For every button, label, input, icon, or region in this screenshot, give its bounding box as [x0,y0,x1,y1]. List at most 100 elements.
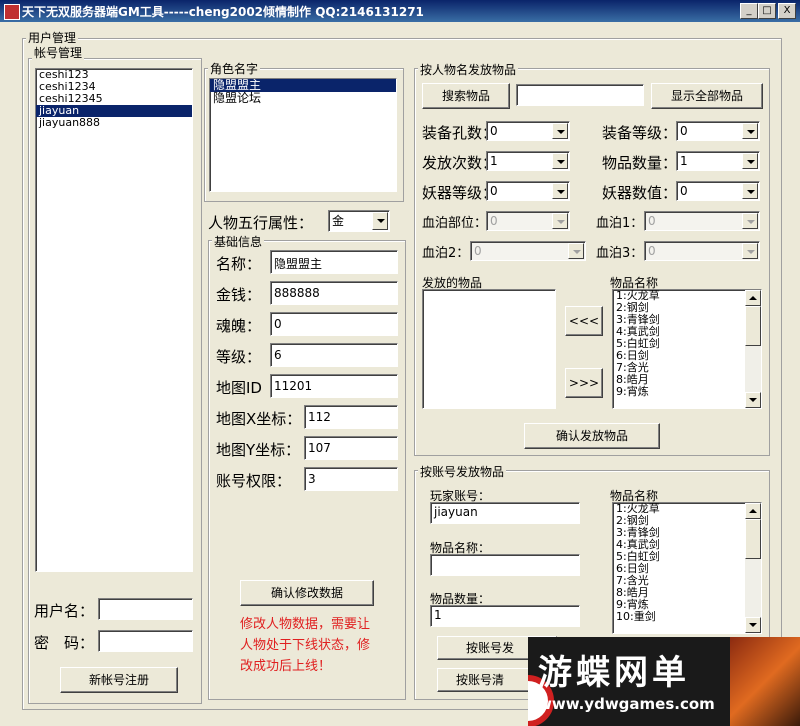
window-title: 天下无双服务器端GM工具-----cheng2002倾情制作 QQ:214613… [22,5,424,19]
option-value: 1 [680,154,688,168]
scrollbar[interactable] [745,290,761,408]
chevron-down-icon[interactable] [552,123,568,139]
field-label: 名称： [216,255,262,273]
scrollbar[interactable] [745,503,761,633]
scroll-thumb[interactable] [745,306,761,346]
search-item-input[interactable] [516,84,644,106]
chevron-down-icon[interactable] [552,213,568,229]
watermark: 游蝶网单 www.ydwgames.com [528,637,800,726]
item-count-input[interactable]: 1 [430,605,580,627]
list-item[interactable]: jiayuan888 [36,117,192,129]
scroll-down-icon[interactable] [745,617,761,633]
role-list[interactable]: 隐盟盟主 隐盟论坛 [209,78,397,192]
field-input[interactable]: 107 [304,436,398,460]
field-label: 地图ID [216,379,262,397]
list-item[interactable]: 隐盟论坛 [210,92,396,105]
confirm-modify-button[interactable]: 确认修改数据 [240,580,374,606]
field-input[interactable]: 3 [304,467,398,491]
notice-line: 修改人物数据，需要让 [240,617,371,632]
move-left-button[interactable]: <<< [565,306,603,336]
option-value: 0 [648,244,656,258]
option-select[interactable]: 0 [470,241,586,261]
field-label: 魂魄： [216,317,262,335]
option-label: 血泊部位： [422,216,488,231]
field-input[interactable]: 隐盟盟主 [270,250,398,274]
close-button[interactable]: X [778,3,796,19]
field-label: 地图Y坐标： [216,441,301,459]
chevron-down-icon[interactable] [742,243,758,259]
title-bar[interactable]: 天下无双服务器端GM工具-----cheng2002倾情制作 QQ:214613… [0,0,800,22]
option-value: 0 [680,124,688,138]
scroll-down-icon[interactable] [745,392,761,408]
item-names-list[interactable]: 1:火龙草 2:钢剑 3:青锋剑 4:真武剑 5:白虹剑 6:日剑 7:含光 8:皓月 9:宵炼 [612,289,762,409]
option-select[interactable]: 0 [676,121,760,141]
chevron-down-icon[interactable] [372,212,388,230]
option-select[interactable]: 0 [486,211,570,231]
field-label: 地图X坐标： [216,410,302,428]
watermark-url: www.ydwgames.com [538,695,715,713]
scroll-thumb[interactable] [745,519,761,559]
maximize-button[interactable]: □ [758,3,776,19]
chevron-down-icon[interactable] [742,213,758,229]
option-value: 1 [490,154,498,168]
scroll-up-icon[interactable] [745,290,761,306]
chevron-down-icon[interactable] [552,153,568,169]
password-label: 密 码： [34,634,95,652]
option-select[interactable]: 1 [676,151,760,171]
field-label: 账号权限： [216,472,292,490]
field-input[interactable]: 112 [304,405,398,429]
offline-notice: 修改人物数据，需要让 人物处于下线状态，修 改成功后上线！ [240,614,370,677]
option-label: 血泊3： [596,246,644,261]
option-label: 血泊1： [596,216,644,231]
move-right-button[interactable]: >>> [565,368,603,398]
item-name-input[interactable] [430,554,580,576]
app-icon [4,4,20,20]
chevron-down-icon[interactable] [742,123,758,139]
notice-line: 人物处于下线状态，修 [240,638,371,653]
element-attribute-select[interactable]: 金 [328,210,390,232]
notice-line: 改成功后上线！ [240,659,332,674]
search-item-button[interactable]: 搜索物品 [422,83,510,109]
field-input[interactable]: 11201 [270,374,398,398]
field-input[interactable]: 0 [270,312,398,336]
username-input[interactable] [98,598,193,620]
option-select[interactable]: 0 [486,181,570,201]
field-input[interactable]: 888888 [270,281,398,305]
chevron-down-icon[interactable] [568,243,584,259]
field-value: 隐盟盟主 [274,257,323,271]
show-all-items-button[interactable]: 显示全部物品 [651,83,763,109]
list-item[interactable]: 10:重剑 [613,611,761,623]
option-select[interactable]: 1 [486,151,570,171]
account-management-title: 帐号管理 [32,44,85,61]
option-value: 0 [490,184,498,198]
account-list[interactable]: ceshi123 ceshi1234 ceshi12345 jiayuan jiayua… [35,68,193,572]
option-select[interactable]: 0 [644,241,760,261]
scroll-up-icon[interactable] [745,503,761,519]
field-value: 3 [308,472,316,486]
list-item[interactable]: 9:宵炼 [613,386,761,398]
field-label: 等级： [216,348,262,366]
option-select[interactable]: 0 [676,181,760,201]
password-input[interactable] [98,630,193,652]
register-account-button[interactable]: 新帐号注册 [60,667,178,693]
option-select[interactable]: 0 [486,121,570,141]
option-select[interactable]: 0 [644,211,760,231]
option-value: 0 [648,214,656,228]
field-input[interactable]: 6 [270,343,398,367]
send-by-account-title: 按账号发放物品 [418,463,507,480]
option-value: 0 [680,184,688,198]
option-label: 物品数量： [602,154,678,172]
chevron-down-icon[interactable] [742,153,758,169]
field-value: 888888 [274,286,320,300]
field-value: 11201 [274,379,313,393]
username-label: 用户名： [34,602,95,620]
player-account-input[interactable]: jiayuan [430,502,580,524]
minimize-button[interactable]: _ [740,3,758,19]
element-attribute-label: 人物五行属性： [208,214,314,232]
account-item-names-list[interactable]: 1:火龙草 2:钢剑 3:青锋剑 4:真武剑 5:白虹剑 6:日剑 7:含光 8:皓月 9:宵炼… [612,502,762,634]
sent-items-list[interactable] [422,289,556,409]
field-value: 0 [274,317,282,331]
chevron-down-icon[interactable] [552,183,568,199]
confirm-send-items-button[interactable]: 确认发放物品 [524,423,660,449]
chevron-down-icon[interactable] [742,183,758,199]
